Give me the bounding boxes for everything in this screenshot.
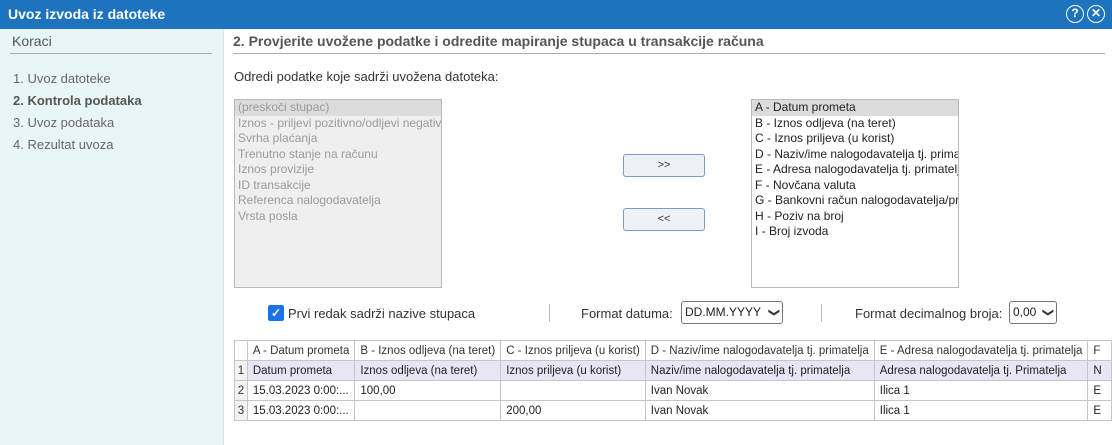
table-cell <box>354 400 502 421</box>
table-cell: Ivan Novak <box>644 380 875 401</box>
date-format-select[interactable]: DD.MM.YYYY ❯ <box>681 301 783 324</box>
mapped-column-item[interactable]: B - Iznos odljeva (na teret) <box>752 116 958 132</box>
window-titlebar: Uvoz izvoda iz datoteke ? ✕ <box>0 0 1112 29</box>
table-cell: Datum prometa <box>246 360 356 381</box>
mapped-column-item[interactable]: D - Naziv/ime nalogodavatelja tj. primat… <box>752 147 958 163</box>
sidebar-divider <box>10 53 212 54</box>
mapped-column-item[interactable]: I - Broj izvoda <box>752 224 958 240</box>
table-row: 3 15.03.2023 0:00:... 200,00 Ivan Novak … <box>234 400 1112 421</box>
sidebar-title: Koraci <box>12 33 52 49</box>
window-title: Uvoz izvoda iz datoteke <box>8 6 166 22</box>
row-number: 3 <box>234 400 248 421</box>
help-icon[interactable]: ? <box>1066 5 1084 23</box>
table-row: 2 15.03.2023 0:00:... 100,00 Ivan Novak … <box>234 380 1112 401</box>
table-cell: Iznos odljeva (na teret) <box>354 360 502 381</box>
available-field-item[interactable]: Trenutno stanje na računu <box>235 147 441 163</box>
mapped-column-item[interactable]: G - Bankovni račun nalogodavatelja/prima… <box>752 193 958 209</box>
remove-mapping-button[interactable]: << <box>623 208 705 231</box>
table-cell: N <box>1087 360 1112 381</box>
available-fields-list[interactable]: (preskoči stupac) Iznos - priljevi pozit… <box>234 99 442 288</box>
available-field-item[interactable]: Svrha plaćanja <box>235 131 441 147</box>
table-cell: 200,00 <box>500 400 646 421</box>
sidebar-step-rezultat-uvoza[interactable]: 4. Rezultat uvoza <box>13 137 113 152</box>
table-cell: Ilica 1 <box>873 400 1089 421</box>
table-cell: E <box>1087 400 1112 421</box>
heading-divider <box>233 53 1105 54</box>
column-header[interactable]: A - Datum prometa <box>246 340 356 361</box>
table-cell: Adresa nalogodavatelja tj. Primatelja <box>873 360 1089 381</box>
table-cell: 100,00 <box>354 380 502 401</box>
column-header[interactable]: C - Iznos priljeva (u korist) <box>500 340 646 361</box>
mapped-column-item[interactable]: F - Novčana valuta <box>752 178 958 194</box>
preview-table: A - Datum prometa B - Iznos odljeva (na … <box>234 340 1112 421</box>
chevron-down-icon: ❯ <box>1041 307 1054 318</box>
main-panel: 2. Provjerite uvožene podatke i odredite… <box>224 29 1112 445</box>
table-cell: Ivan Novak <box>644 400 875 421</box>
steps-sidebar: Koraci 1. Uvoz datoteke 2. Kontrola poda… <box>0 29 224 445</box>
first-row-names-label: Prvi redak sadrži nazive stupaca <box>288 306 476 321</box>
chevron-down-icon: ❯ <box>767 307 780 318</box>
table-row: 1 Datum prometa Iznos odljeva (na teret)… <box>234 360 1112 381</box>
add-mapping-button[interactable]: >> <box>623 154 705 177</box>
row-number: 2 <box>234 380 248 401</box>
table-cell: Ilica 1 <box>873 380 1089 401</box>
column-header[interactable]: F <box>1087 340 1112 361</box>
corner-cell <box>234 340 248 361</box>
table-cell: 15.03.2023 0:00:... <box>246 380 356 401</box>
options-divider <box>821 304 822 322</box>
mapped-column-item[interactable]: A - Datum prometa <box>752 100 958 116</box>
sidebar-step-uvoz-datoteke[interactable]: 1. Uvoz datoteke <box>13 71 111 86</box>
table-cell: E <box>1087 380 1112 401</box>
date-format-label: Format datuma: <box>581 306 673 321</box>
column-header[interactable]: B - Iznos odljeva (na teret) <box>354 340 502 361</box>
available-field-item[interactable]: Referenca nalogodavatelja <box>235 193 441 209</box>
sidebar-step-uvoz-podataka[interactable]: 3. Uvoz podataka <box>13 115 114 130</box>
table-header-row: A - Datum prometa B - Iznos odljeva (na … <box>234 340 1112 361</box>
available-field-item[interactable]: Iznos - priljevi pozitivno/odljevi negat… <box>235 116 441 132</box>
mapping-instructions: Odredi podatke koje sadrži uvožena datot… <box>234 69 499 84</box>
row-number: 1 <box>234 360 248 381</box>
import-options-row: ✓ Prvi redak sadrži nazive stupaca Forma… <box>224 301 1112 327</box>
decimal-format-value: 0,00 <box>1013 305 1037 319</box>
mapped-column-item[interactable]: E - Adresa nalogodavatelja tj. primatelj… <box>752 162 958 178</box>
available-field-item[interactable]: (preskoči stupac) <box>235 100 441 116</box>
page-title: 2. Provjerite uvožene podatke i odredite… <box>233 33 764 49</box>
table-cell: Iznos priljeva (u korist) <box>500 360 646 381</box>
column-header[interactable]: E - Adresa nalogodavatelja tj. primatelj… <box>873 340 1089 361</box>
table-cell: Naziv/ime nalogodavatelja tj. primatelja <box>644 360 875 381</box>
mapped-column-item[interactable]: H - Poziv na broj <box>752 209 958 225</box>
close-icon[interactable]: ✕ <box>1087 5 1105 23</box>
sidebar-step-kontrola-podataka[interactable]: 2. Kontrola podataka <box>13 93 142 108</box>
mapped-columns-list[interactable]: A - Datum prometa B - Iznos odljeva (na … <box>751 99 959 288</box>
available-field-item[interactable]: Vrsta posla <box>235 209 441 225</box>
column-header[interactable]: D - Naziv/ime nalogodavatelja tj. primat… <box>644 340 875 361</box>
decimal-format-label: Format decimalnog broja: <box>855 306 1003 321</box>
available-field-item[interactable]: ID transakcije <box>235 178 441 194</box>
mapped-column-item[interactable]: C - Iznos priljeva (u korist) <box>752 131 958 147</box>
date-format-value: DD.MM.YYYY <box>685 305 762 319</box>
table-cell <box>500 380 646 401</box>
available-field-item[interactable]: Iznos provizije <box>235 162 441 178</box>
options-divider <box>549 304 550 322</box>
first-row-names-checkbox[interactable]: ✓ <box>268 305 284 321</box>
table-cell: 15.03.2023 0:00:... <box>246 400 356 421</box>
decimal-format-select[interactable]: 0,00 ❯ <box>1009 301 1057 324</box>
